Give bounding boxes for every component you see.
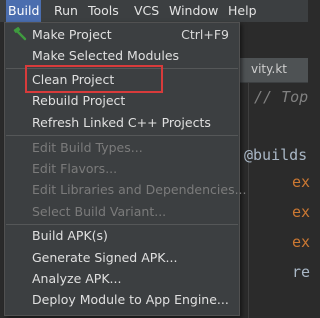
- menu-build[interactable]: Build: [6, 0, 42, 22]
- menu-item-label: Deploy Module to App Engine...: [32, 292, 229, 307]
- code-line-3: ex: [292, 173, 311, 191]
- editor-tab-label: vity.kt: [251, 62, 287, 76]
- hammer-icon: [13, 27, 27, 41]
- menu-item-label: Refresh Linked C++ Projects: [32, 115, 211, 130]
- menu-item-make-selected-modules[interactable]: Make Selected Modules: [5, 45, 239, 66]
- menu-item-label: Analyze APK...: [32, 271, 122, 286]
- menu-item-label: Rebuild Project: [32, 93, 126, 108]
- menu-item-generate-signed-apk[interactable]: Generate Signed APK...: [5, 247, 239, 268]
- menu-item-shortcut: Ctrl+F9: [181, 27, 229, 42]
- menu-item-label: Make Selected Modules: [32, 48, 180, 63]
- code-line-6: re: [292, 263, 311, 281]
- menu-item-analyze-apk[interactable]: Analyze APK...: [5, 268, 239, 289]
- menu-item-make-project[interactable]: Make Project Ctrl+F9: [5, 24, 239, 45]
- menu-item-label: Make Project: [32, 27, 112, 42]
- menu-item-label: Edit Build Types...: [32, 140, 143, 155]
- menu-help[interactable]: Help: [226, 0, 259, 22]
- menu-item-refresh-linked-cpp[interactable]: Refresh Linked C++ Projects: [5, 112, 239, 133]
- menu-item-build-apks[interactable]: Build APK(s): [5, 225, 239, 246]
- menu-item-label: Edit Libraries and Dependencies...: [32, 182, 247, 197]
- menu-item-edit-build-types: Edit Build Types...: [5, 137, 239, 158]
- code-line-4: ex: [292, 203, 311, 221]
- menu-item-label: Build APK(s): [32, 228, 108, 243]
- menu-run[interactable]: Run: [52, 0, 80, 22]
- menu-item-deploy-module[interactable]: Deploy Module to App Engine...: [5, 289, 239, 310]
- menu-item-rebuild-project[interactable]: Rebuild Project: [5, 90, 239, 111]
- menu-tools[interactable]: Tools: [86, 0, 121, 22]
- editor-gutter-divider: [248, 82, 249, 318]
- build-menu-dropdown: Make Project Ctrl+F9 Make Selected Modul…: [4, 22, 247, 316]
- menu-item-select-build-variant: Select Build Variant...: [5, 201, 239, 222]
- code-line-5: ex: [292, 233, 311, 251]
- menu-vcs[interactable]: VCS: [132, 0, 161, 22]
- menu-item-label: Edit Flavors...: [32, 161, 118, 176]
- editor-area: vity.kt // Top @builds ex ex ex re: [232, 22, 311, 318]
- clean-project-highlight: [25, 65, 163, 93]
- menu-separator: [6, 135, 238, 136]
- menu-item-edit-libraries: Edit Libraries and Dependencies...: [5, 179, 247, 200]
- editor-tab[interactable]: vity.kt: [232, 58, 308, 83]
- menu-item-label: Select Build Variant...: [32, 204, 167, 219]
- menu-item-label: Generate Signed APK...: [32, 250, 178, 265]
- menu-item-edit-flavors: Edit Flavors...: [5, 158, 239, 179]
- menu-bar: Build Run Tools VCS Window Help: [0, 0, 308, 22]
- menu-window[interactable]: Window: [167, 0, 220, 22]
- code-line-2: @builds: [244, 146, 308, 164]
- code-line-1: // Top: [254, 88, 309, 106]
